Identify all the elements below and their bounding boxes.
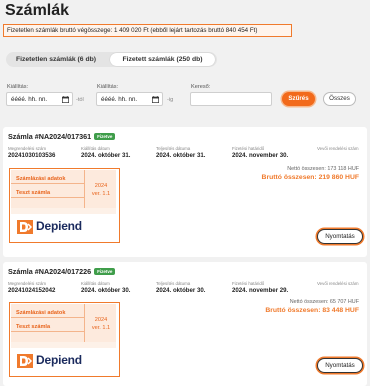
preview-year: 2024 <box>94 317 108 323</box>
payment-deadline-label: Fizetési határidő <box>232 146 265 151</box>
depiend-logo-icon <box>17 220 33 234</box>
divider <box>11 317 84 318</box>
gross-total: Bruttó összesen: 83 448 HUF <box>265 307 359 314</box>
calendar-icon[interactable] <box>152 96 159 103</box>
payment-deadline-value: 2024. november 30. <box>232 152 289 159</box>
preview-header: Számlázási adatok Teszt számla 2024 ver.… <box>11 170 116 208</box>
from-date-input[interactable]: éééé. hh. nn. <box>6 92 73 106</box>
print-button[interactable]: Nyomtatás <box>317 358 363 373</box>
issue-date-label: Kiállítás dátum <box>81 146 110 151</box>
invoices-page: Számlák Fizetetlen számlák bruttó végöss… <box>0 0 370 386</box>
issue-date-label: Kiállítás dátum <box>81 281 110 286</box>
calendar-icon[interactable] <box>62 96 69 103</box>
to-date-input[interactable]: éééé. hh. nn. <box>96 92 163 106</box>
logo-text: Depiend <box>36 219 82 233</box>
search-input[interactable] <box>190 92 272 106</box>
invoice-tabs: Fizetetlen számlák (6 db) Fizetett száml… <box>6 52 217 67</box>
gross-total: Bruttó összesen: 219 860 HUF <box>261 174 359 181</box>
to-suffix: -ig <box>167 97 174 103</box>
fulfillment-date-label: Teljesítés dátuma <box>156 146 191 151</box>
order-number-value: 20241024152042 <box>8 287 56 294</box>
tab-unpaid[interactable]: Fizetetlen számlák (6 db) <box>8 53 104 66</box>
from-date-placeholder: éééé. hh. nn. <box>11 96 48 103</box>
invoice-preview[interactable]: Számlázási adatok Teszt számla 2024 ver.… <box>9 168 120 243</box>
show-all-button[interactable]: Összes <box>323 92 356 106</box>
preview-billing-label: Számlázási adatok <box>16 176 66 182</box>
customer-order-number-label: Vevői rendelési szám <box>317 281 359 286</box>
order-number-label: Megrendelési szám <box>8 146 47 151</box>
print-button[interactable]: Nyomtatás <box>317 229 363 244</box>
brand-logo: Depiend <box>11 348 116 374</box>
preview-year: 2024 <box>94 183 108 189</box>
net-total: Nettó összesen: 65 707 HUF <box>289 299 359 305</box>
issue-date-value: 2024. október 30. <box>81 287 131 294</box>
divider <box>11 183 84 184</box>
preview-version: ver. 1.1 <box>91 325 111 331</box>
divider <box>11 197 84 198</box>
invoice-card: Számla #NA2024/017226 Fizetve Megrendelés… <box>3 262 367 386</box>
net-total: Nettó összesen: 173 118 HUF <box>287 166 359 172</box>
customer-order-number-label: Vevői rendelési szám <box>317 146 359 151</box>
fulfillment-date-label: Teljesítés dátuma <box>156 281 191 286</box>
preview-test-label: Teszt számla <box>16 190 51 196</box>
status-badge: Fizetve <box>94 268 116 275</box>
filter-button[interactable]: Szűrés <box>282 92 315 106</box>
from-date-label: Kiállítás: <box>7 84 29 90</box>
fulfillment-date-value: 2024. október 30. <box>156 287 206 294</box>
page-title: Számlák <box>5 2 70 19</box>
invoice-number: Számla #NA2024/017226 <box>8 267 92 276</box>
tab-paid[interactable]: Fizetett számlák (250 db) <box>110 53 215 66</box>
order-number-value: 20241030103536 <box>8 152 56 159</box>
depiend-logo-icon <box>17 354 33 368</box>
to-date-placeholder: éééé. hh. nn. <box>101 96 138 103</box>
from-suffix: -tól <box>76 97 84 103</box>
preview-header: Számlázási adatok Teszt számla 2024 ver.… <box>11 304 116 342</box>
invoice-preview[interactable]: Számlázási adatok Teszt számla 2024 ver.… <box>9 302 120 377</box>
divider <box>11 331 84 332</box>
invoice-card: Számla #NA2024/017361 Fizetve Megrendelés… <box>3 127 367 257</box>
fulfillment-date-value: 2024. október 31. <box>156 152 206 159</box>
payment-deadline-value: 2024. november 29. <box>232 287 289 294</box>
brand-logo: Depiend <box>11 214 116 240</box>
status-badge: Fizetve <box>94 133 116 140</box>
unpaid-summary-notice: Fizetetlen számlák bruttó végösszege: 1 … <box>3 24 292 37</box>
issue-date-value: 2024. október 31. <box>81 152 131 159</box>
invoice-title: Számla #NA2024/017361 Fizetve <box>8 132 116 141</box>
invoice-number: Számla #NA2024/017361 <box>8 132 92 141</box>
payment-deadline-label: Fizetési határidő <box>232 281 265 286</box>
preview-test-label: Teszt számla <box>16 324 51 330</box>
preview-billing-label: Számlázási adatok <box>16 310 66 316</box>
logo-text: Depiend <box>36 353 82 367</box>
search-label: Kereső: <box>191 84 211 90</box>
divider <box>84 304 85 342</box>
order-number-label: Megrendelési szám <box>8 281 47 286</box>
invoice-title: Számla #NA2024/017226 Fizetve <box>8 267 116 276</box>
divider <box>84 170 85 208</box>
preview-version: ver. 1.1 <box>91 191 111 197</box>
to-date-label: Kiállítás: <box>97 84 119 90</box>
